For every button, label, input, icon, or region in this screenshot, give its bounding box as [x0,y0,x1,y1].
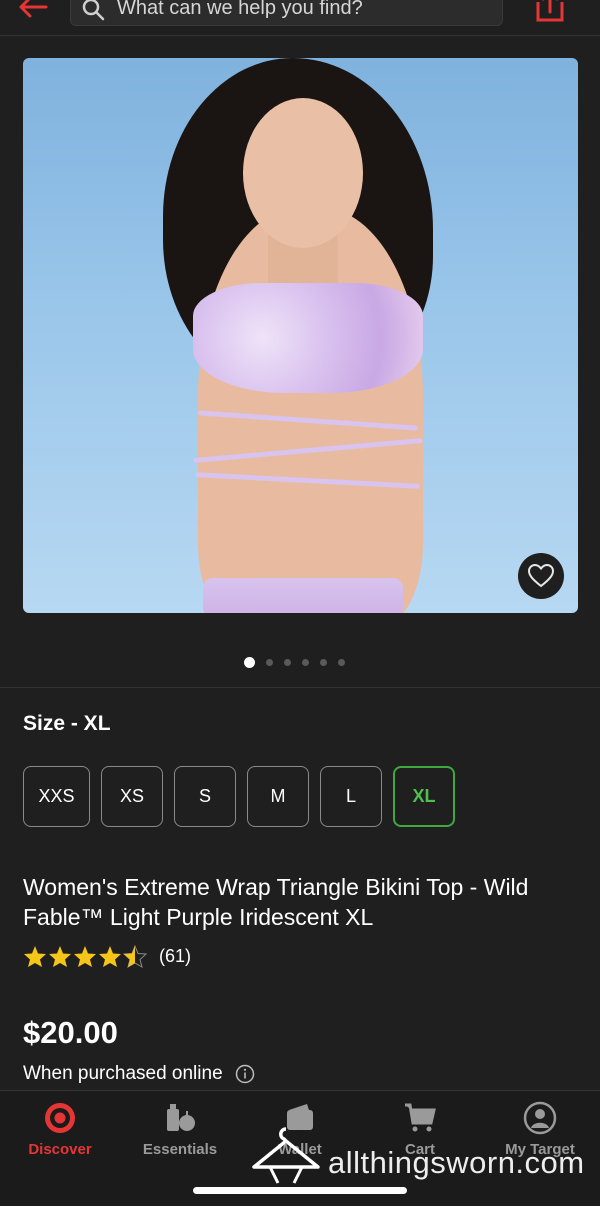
nav-essentials[interactable]: Essentials [125,1101,235,1171]
rating-count: (61) [159,945,192,966]
favorite-button[interactable] [518,553,564,599]
star-full-icon [74,945,96,967]
purchase-note-text: When purchased online [23,1063,223,1084]
back-arrow-icon [19,0,48,18]
product-rating[interactable]: (61) [23,943,191,969]
target-logo-icon [45,1103,75,1133]
share-icon [536,0,564,22]
product-image[interactable] [23,58,578,613]
purchase-note: When purchased online [23,1063,255,1085]
search-input[interactable]: What can we help you find? [70,0,503,26]
watermark: allthingsworn.com [250,1125,590,1190]
home-indicator[interactable] [193,1187,407,1194]
pagination-dot[interactable] [338,658,345,666]
search-placeholder: What can we help you find? [117,0,363,19]
size-option-l[interactable]: L [320,766,382,827]
product-price: $20.00 [23,1015,118,1050]
divider [0,687,600,688]
model-face [243,98,363,248]
size-option-xxs[interactable]: XXS [23,766,90,827]
size-option-xs[interactable]: XS [101,766,163,827]
pagination-dot-active[interactable] [244,656,255,668]
bikini-top [193,283,423,393]
pagination-dot[interactable] [266,658,273,666]
star-full-icon [99,945,121,967]
star-full-icon [49,945,71,967]
share-button[interactable] [532,0,568,24]
pagination-dot[interactable] [302,658,309,666]
size-option-s[interactable]: S [174,766,236,827]
size-option-m[interactable]: M [247,766,309,827]
back-button[interactable] [16,0,56,22]
bikini-bottom [203,578,403,613]
pagination-dot[interactable] [284,658,291,666]
nav-label: Discover [28,1141,92,1158]
product-title: Women's Extreme Wrap Triangle Bikini Top… [23,874,529,930]
search-icon [82,0,105,21]
nav-discover[interactable]: Discover [5,1101,115,1171]
essentials-icon [167,1104,195,1131]
hanger-icon [252,1127,320,1184]
top-bar: What can we help you find? [0,0,600,36]
nav-label: Essentials [142,1141,218,1158]
size-label: Size - XL [23,712,111,735]
star-full-icon [24,945,46,967]
pagination-dot[interactable] [320,658,327,666]
star-half-icon [123,944,147,968]
info-icon[interactable] [235,1064,255,1084]
watermark-text: allthingsworn.com [328,1145,585,1180]
image-pagination [244,656,345,668]
size-option-xl[interactable]: XL [393,766,455,827]
rating-stars [23,944,147,968]
heart-icon [528,564,554,588]
